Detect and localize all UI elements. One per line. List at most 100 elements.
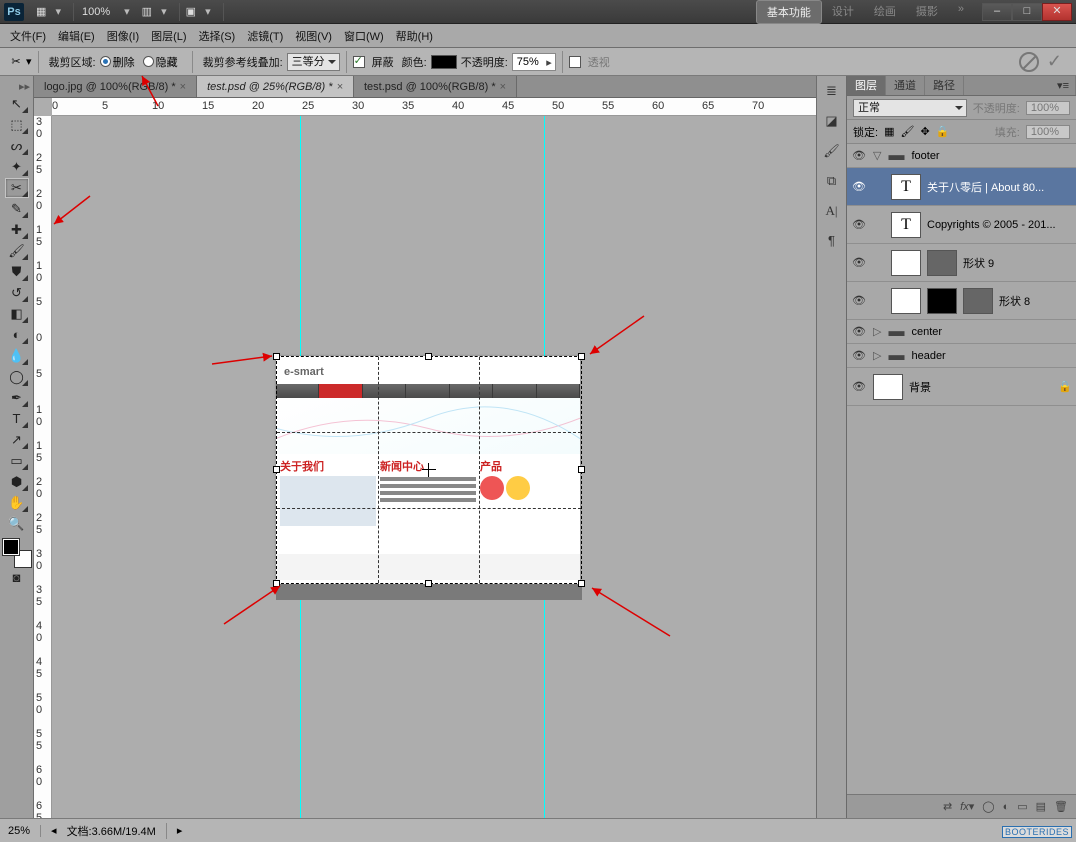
menu-layer[interactable]: 图层(L) xyxy=(145,28,192,44)
visibility-icon[interactable]: 👁 xyxy=(851,218,867,231)
commit-crop-icon[interactable]: ✓ xyxy=(1047,52,1062,72)
radio-delete[interactable]: 删除 xyxy=(100,54,135,70)
workspace-essentials[interactable]: 基本功能 xyxy=(756,0,822,24)
visibility-icon[interactable]: 👁 xyxy=(851,294,867,307)
layer-row[interactable]: 👁形状 9 xyxy=(847,244,1076,282)
layer-row[interactable]: 👁TCopyrights © 2005 - 201... xyxy=(847,206,1076,244)
doc-tab-3[interactable]: test.psd @ 100%(RGB/8) *× xyxy=(354,76,517,97)
opacity-input[interactable]: 75% xyxy=(512,53,556,71)
crop-handle-ne[interactable] xyxy=(578,353,585,360)
eraser-tool[interactable]: ◧ xyxy=(5,304,29,324)
marquee-tool[interactable]: ⬚ xyxy=(5,115,29,135)
layer-opacity-value[interactable]: 100% xyxy=(1026,101,1070,115)
workspace-painting[interactable]: 绘画 xyxy=(864,0,906,24)
healing-tool[interactable]: ✚ xyxy=(5,220,29,240)
new-group-icon[interactable]: ▭ xyxy=(1017,800,1027,813)
layer-name[interactable]: 形状 9 xyxy=(963,255,1072,271)
blend-mode-select[interactable]: 正常 xyxy=(853,99,967,117)
visibility-icon[interactable]: 👁 xyxy=(851,149,867,162)
lock-pixels-icon[interactable]: 🖌 xyxy=(900,125,914,138)
layer-name[interactable]: center xyxy=(911,326,1072,338)
swatches-panel-icon[interactable]: ◪ xyxy=(822,112,842,130)
type-tool[interactable]: T xyxy=(5,409,29,429)
quick-select-tool[interactable]: ✦ xyxy=(5,157,29,177)
fill-value[interactable]: 100% xyxy=(1026,125,1070,139)
tab-layers[interactable]: 图层 xyxy=(847,76,886,95)
ruler-vertical[interactable]: 3 02 52 01 51 05051 01 52 02 53 03 54 04… xyxy=(34,116,52,818)
workspace-more[interactable]: » xyxy=(948,0,974,24)
layer-name[interactable]: Copyrights © 2005 - 201... xyxy=(927,219,1072,231)
status-zoom[interactable]: 25% xyxy=(8,825,41,837)
clone-panel-icon[interactable]: ⧉ xyxy=(822,172,842,190)
crop-marquee[interactable] xyxy=(276,356,582,584)
workspace-design[interactable]: 设计 xyxy=(822,0,864,24)
minimize-button[interactable]: – xyxy=(982,3,1012,21)
maximize-button[interactable]: □ xyxy=(1012,3,1042,21)
gradient-tool[interactable]: ◐ xyxy=(5,325,29,345)
layer-row[interactable]: 👁T关于八零后 | About 80... xyxy=(847,168,1076,206)
adjustment-layer-icon[interactable]: ◐ xyxy=(1003,801,1010,813)
layer-name[interactable]: 背景 xyxy=(909,379,1052,395)
quick-mask-toggle[interactable]: ◙ xyxy=(5,568,29,588)
lasso-tool[interactable]: ᔕ xyxy=(5,136,29,156)
layer-row[interactable]: 👁▽▬footer xyxy=(847,144,1076,168)
move-tool[interactable]: ↖ xyxy=(5,94,29,114)
shield-color-swatch[interactable] xyxy=(431,55,457,69)
crop-handle-se[interactable] xyxy=(578,580,585,587)
paragraph-panel-icon[interactable]: ¶ xyxy=(822,232,842,250)
delete-layer-icon[interactable]: 🗑 xyxy=(1054,800,1068,813)
blur-tool[interactable]: 💧 xyxy=(5,346,29,366)
workspace-photography[interactable]: 摄影 xyxy=(906,0,948,24)
3d-tool[interactable]: ⬢ xyxy=(5,472,29,492)
crop-handle-nw[interactable] xyxy=(273,353,280,360)
menu-file[interactable]: 文件(F) xyxy=(4,28,52,44)
view-extras-button[interactable]: ▥ ▾ xyxy=(136,3,180,21)
stamp-tool[interactable]: ⛊ xyxy=(5,262,29,282)
doc-tab-1[interactable]: logo.jpg @ 100%(RGB/8) *× xyxy=(34,76,197,97)
menu-view[interactable]: 视图(V) xyxy=(289,28,338,44)
status-more-icon[interactable]: ▸ xyxy=(177,824,183,837)
menu-help[interactable]: 帮助(H) xyxy=(390,28,439,44)
shape-tool[interactable]: ▭ xyxy=(5,451,29,471)
layer-name[interactable]: 关于八零后 | About 80... xyxy=(927,179,1072,195)
crop-tool[interactable]: ✂ xyxy=(5,178,29,198)
close-button[interactable]: ✕ xyxy=(1042,3,1072,21)
close-icon[interactable]: × xyxy=(180,76,186,98)
color-swatches[interactable] xyxy=(3,539,31,567)
lock-position-icon[interactable]: ✥ xyxy=(920,125,929,138)
zoom-level[interactable]: 100% xyxy=(74,6,118,18)
layer-fx-icon[interactable]: fx▾ xyxy=(960,800,974,813)
bridge-button[interactable]: ▦ ▾ xyxy=(30,3,74,21)
hand-tool[interactable]: ✋ xyxy=(5,493,29,513)
cancel-crop-icon[interactable] xyxy=(1019,52,1039,72)
character-panel-icon[interactable]: A| xyxy=(822,202,842,220)
disclosure-icon[interactable]: ▽ xyxy=(873,149,881,162)
menu-image[interactable]: 图像(I) xyxy=(101,28,145,44)
disclosure-icon[interactable]: ▷ xyxy=(873,349,881,362)
path-select-tool[interactable]: ↗ xyxy=(5,430,29,450)
tab-paths[interactable]: 路径 xyxy=(925,76,964,95)
crop-handle-w[interactable] xyxy=(273,466,280,473)
disclosure-icon[interactable]: ▷ xyxy=(873,325,881,338)
dodge-tool[interactable]: ◯ xyxy=(5,367,29,387)
menu-window[interactable]: 窗口(W) xyxy=(338,28,390,44)
perspective-checkbox[interactable] xyxy=(569,56,581,68)
lock-transparency-icon[interactable]: ▦ xyxy=(884,125,894,138)
lock-all-icon[interactable]: 🔒 xyxy=(936,125,950,138)
pen-tool[interactable]: ✒ xyxy=(5,388,29,408)
screen-mode-button[interactable]: ▣ ▾ xyxy=(180,3,224,21)
layer-row[interactable]: 👁背景🔒 xyxy=(847,368,1076,406)
crop-handle-sw[interactable] xyxy=(273,580,280,587)
menu-filter[interactable]: 滤镜(T) xyxy=(241,28,289,44)
history-panel-icon[interactable]: ≣ xyxy=(822,82,842,100)
crop-handle-s[interactable] xyxy=(425,580,432,587)
canvas[interactable]: e-smart 关于我们 新闻中心 产品 xyxy=(52,116,816,818)
zoom-tool[interactable]: 🔍 xyxy=(5,514,29,534)
crop-center-icon[interactable] xyxy=(422,463,436,477)
eyedropper-tool[interactable]: ✎ xyxy=(5,199,29,219)
crop-handle-e[interactable] xyxy=(578,466,585,473)
visibility-icon[interactable]: 👁 xyxy=(851,380,867,393)
menu-edit[interactable]: 编辑(E) xyxy=(52,28,101,44)
visibility-icon[interactable]: 👁 xyxy=(851,180,867,193)
layer-mask-icon[interactable]: ◯ xyxy=(982,800,994,813)
